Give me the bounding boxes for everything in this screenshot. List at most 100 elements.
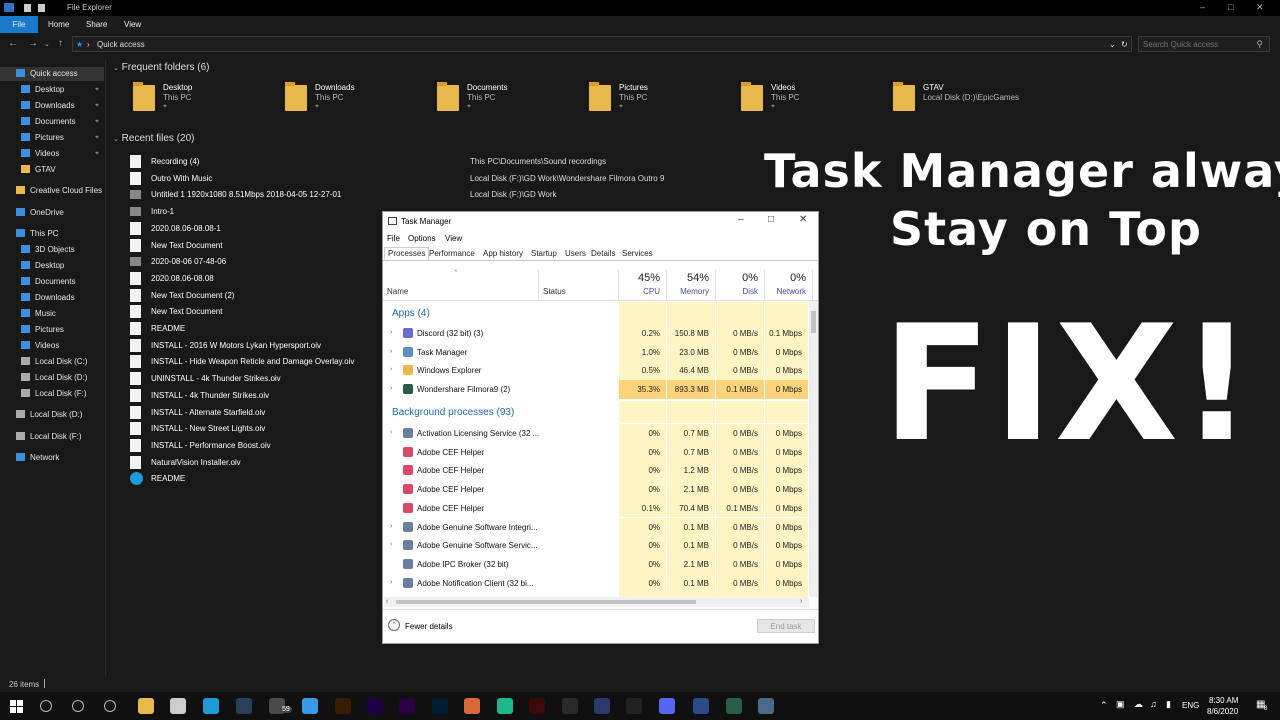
recent-file[interactable]: INSTALL - Performance Boost.oiv bbox=[130, 438, 690, 454]
network-tray-icon[interactable]: ▣ bbox=[1116, 699, 1125, 710]
discord-icon[interactable] bbox=[659, 698, 675, 714]
fewer-details-link[interactable]: Fewer details bbox=[405, 622, 453, 631]
frequent-folder[interactable]: Pictures This PC ⌖ bbox=[589, 82, 739, 115]
process-row[interactable]: 0% 0.1 MB 0 MB/s 0 Mbps › Adobe Notification … bbox=[384, 573, 809, 593]
tm-close-icon[interactable]: ✕ bbox=[799, 214, 807, 225]
sidebar-item[interactable]: Local Disk (D:) bbox=[0, 371, 104, 385]
expand-chevron-icon[interactable]: › bbox=[390, 541, 392, 548]
collapse-chevron-icon[interactable]: ⌄ bbox=[113, 136, 119, 143]
recent-file[interactable]: README bbox=[130, 471, 690, 487]
expand-chevron-icon[interactable]: › bbox=[390, 523, 392, 530]
task-view-icon[interactable] bbox=[104, 700, 116, 712]
sidebar-item[interactable]: Quick access bbox=[0, 67, 104, 81]
recent-file[interactable]: 2020.08.06-08.08-1 bbox=[130, 221, 690, 237]
sidebar-item[interactable]: Network bbox=[0, 451, 104, 465]
sidebar-item[interactable]: Local Disk (F:) bbox=[0, 430, 104, 444]
recent-file[interactable]: INSTALL - New Street Lights.oiv bbox=[130, 421, 690, 437]
cloud-tray-icon[interactable]: ☁ bbox=[1134, 699, 1143, 710]
sidebar-item[interactable]: Documents ⌖ bbox=[0, 115, 104, 129]
minimize-icon[interactable]: – bbox=[1200, 2, 1205, 12]
taskmanager-icon[interactable] bbox=[758, 698, 774, 714]
sidebar-item[interactable]: Local Disk (C:) bbox=[0, 355, 104, 369]
file-explorer-icon[interactable] bbox=[138, 698, 154, 714]
sidebar-item[interactable]: This PC bbox=[0, 227, 104, 241]
address-bar[interactable]: ★ › Quick access ⌄ ↻ bbox=[72, 36, 1132, 52]
horizontal-scrollbar[interactable]: ‹ › bbox=[384, 597, 809, 607]
vertical-scroll-thumb[interactable] bbox=[811, 311, 816, 333]
search-input[interactable] bbox=[1143, 40, 1253, 49]
address-dropdown-icon[interactable]: ⌄ bbox=[1109, 40, 1116, 49]
game-icon[interactable] bbox=[497, 698, 513, 714]
tray-chevron-icon[interactable]: ⌃ bbox=[1100, 700, 1108, 711]
epic-icon[interactable] bbox=[626, 698, 642, 714]
frequent-folder[interactable]: Downloads This PC ⌖ bbox=[285, 82, 435, 115]
sidebar-item[interactable]: Local Disk (F:) bbox=[0, 387, 104, 401]
process-row[interactable]: 0% 0.1 MB 0 MB/s 0 Mbps › Adobe Genuine Softw… bbox=[384, 536, 809, 555]
filmora-icon[interactable] bbox=[726, 698, 742, 714]
clock-date[interactable]: 8/6/2020 bbox=[1207, 707, 1238, 716]
search-icon[interactable] bbox=[40, 700, 52, 712]
xsplit-icon[interactable] bbox=[562, 698, 578, 714]
ribbon-tab-view[interactable]: View bbox=[116, 16, 149, 33]
recent-file[interactable]: Intro-1 bbox=[130, 204, 690, 220]
properties-icon[interactable] bbox=[24, 4, 31, 12]
recent-file[interactable]: INSTALL - Alternate Starfield.oiv bbox=[130, 405, 690, 421]
recent-file[interactable]: INSTALL - 4k Thunder Strikes.oiv bbox=[130, 388, 690, 404]
scroll-right-icon[interactable]: › bbox=[800, 598, 802, 605]
cortana-icon[interactable] bbox=[72, 700, 84, 712]
back-icon[interactable]: ← bbox=[8, 38, 18, 49]
sidebar-item[interactable]: Downloads ⌖ bbox=[0, 99, 104, 113]
recent-file[interactable]: INSTALL - 2016 W Motors Lykan Hypersport… bbox=[130, 338, 690, 354]
end-task-button[interactable]: End task bbox=[757, 619, 815, 633]
forward-icon[interactable]: → bbox=[28, 38, 38, 49]
premiere-icon[interactable] bbox=[399, 698, 415, 714]
maximize-icon[interactable]: □ bbox=[1228, 2, 1233, 12]
start-icon[interactable] bbox=[10, 700, 23, 713]
recent-file[interactable]: README bbox=[130, 321, 690, 337]
sidebar-item[interactable]: Documents bbox=[0, 275, 104, 289]
recent-file[interactable]: Recording (4) This PC\Documents\Sound rec… bbox=[130, 154, 690, 170]
tm-maximize-icon[interactable]: □ bbox=[768, 214, 774, 225]
horizontal-scroll-thumb[interactable] bbox=[396, 600, 696, 604]
recent-file[interactable]: UNINSTALL - 4k Thunder Strikes.oiv bbox=[130, 371, 690, 387]
frequent-folder[interactable]: GTAV Local Disk (D:)\EpicGames bbox=[893, 82, 1043, 115]
media-icon[interactable] bbox=[529, 698, 545, 714]
language-indicator[interactable]: ENG bbox=[1182, 701, 1199, 710]
new-folder-icon[interactable] bbox=[38, 4, 45, 12]
browser-icon[interactable] bbox=[302, 698, 318, 714]
frequent-folders-header[interactable]: ⌄ Frequent folders (6) bbox=[113, 62, 209, 73]
sidebar-item[interactable]: Creative Cloud Files bbox=[0, 184, 104, 198]
close-icon[interactable]: ✕ bbox=[1256, 2, 1264, 13]
sidebar-item[interactable]: Videos bbox=[0, 339, 104, 353]
sidebar-item[interactable]: 3D Objects bbox=[0, 243, 104, 257]
sidebar-item[interactable]: Music bbox=[0, 307, 104, 321]
sidebar-item[interactable]: Desktop ⌖ bbox=[0, 83, 104, 97]
recent-locations-icon[interactable]: ⌄ bbox=[44, 40, 50, 48]
refresh-icon[interactable]: ↻ bbox=[1121, 40, 1128, 49]
illustrator-icon[interactable] bbox=[335, 698, 351, 714]
after-effects-icon[interactable] bbox=[367, 698, 383, 714]
app-icon[interactable] bbox=[594, 698, 610, 714]
frequent-folder[interactable]: Videos This PC ⌖ bbox=[741, 82, 891, 115]
ribbon-tab-file[interactable]: File bbox=[0, 16, 38, 33]
collapse-chevron-icon[interactable]: ⌄ bbox=[113, 65, 119, 72]
recent-file[interactable]: New Text Document bbox=[130, 304, 690, 320]
vertical-scrollbar[interactable] bbox=[809, 301, 818, 597]
sidebar-item[interactable]: Desktop bbox=[0, 259, 104, 273]
bluestacks-icon[interactable] bbox=[693, 698, 709, 714]
sidebar-item[interactable]: GTAV bbox=[0, 163, 104, 177]
recent-files-header[interactable]: ⌄ Recent files (20) bbox=[113, 133, 194, 144]
sidebar-item[interactable]: Videos ⌖ bbox=[0, 147, 104, 161]
sidebar-item[interactable]: OneDrive bbox=[0, 206, 104, 220]
up-icon[interactable]: ↑ bbox=[58, 38, 63, 49]
sidebar-item[interactable]: Downloads bbox=[0, 291, 104, 305]
col-disk[interactable]: 0% Disk bbox=[716, 270, 765, 300]
recent-file[interactable]: INSTALL - Hide Weapon Reticle and Damage… bbox=[130, 354, 690, 370]
search-box[interactable]: ⚲ bbox=[1138, 36, 1270, 52]
battery-icon[interactable]: ▮ bbox=[1166, 699, 1171, 710]
process-row[interactable]: 0.1% 70.4 MB 0.1 MB/s 0 Mbps Adobe CEF Helpe… bbox=[384, 498, 809, 518]
recent-file[interactable]: Untitled 1 1920x1080 8.51Mbps 2018-04-05… bbox=[130, 187, 690, 203]
recent-file[interactable]: New Text Document bbox=[130, 238, 690, 254]
sidebar-item[interactable]: Pictures ⌖ bbox=[0, 131, 104, 145]
recent-file[interactable]: NaturalVision Installer.oiv bbox=[130, 455, 690, 471]
